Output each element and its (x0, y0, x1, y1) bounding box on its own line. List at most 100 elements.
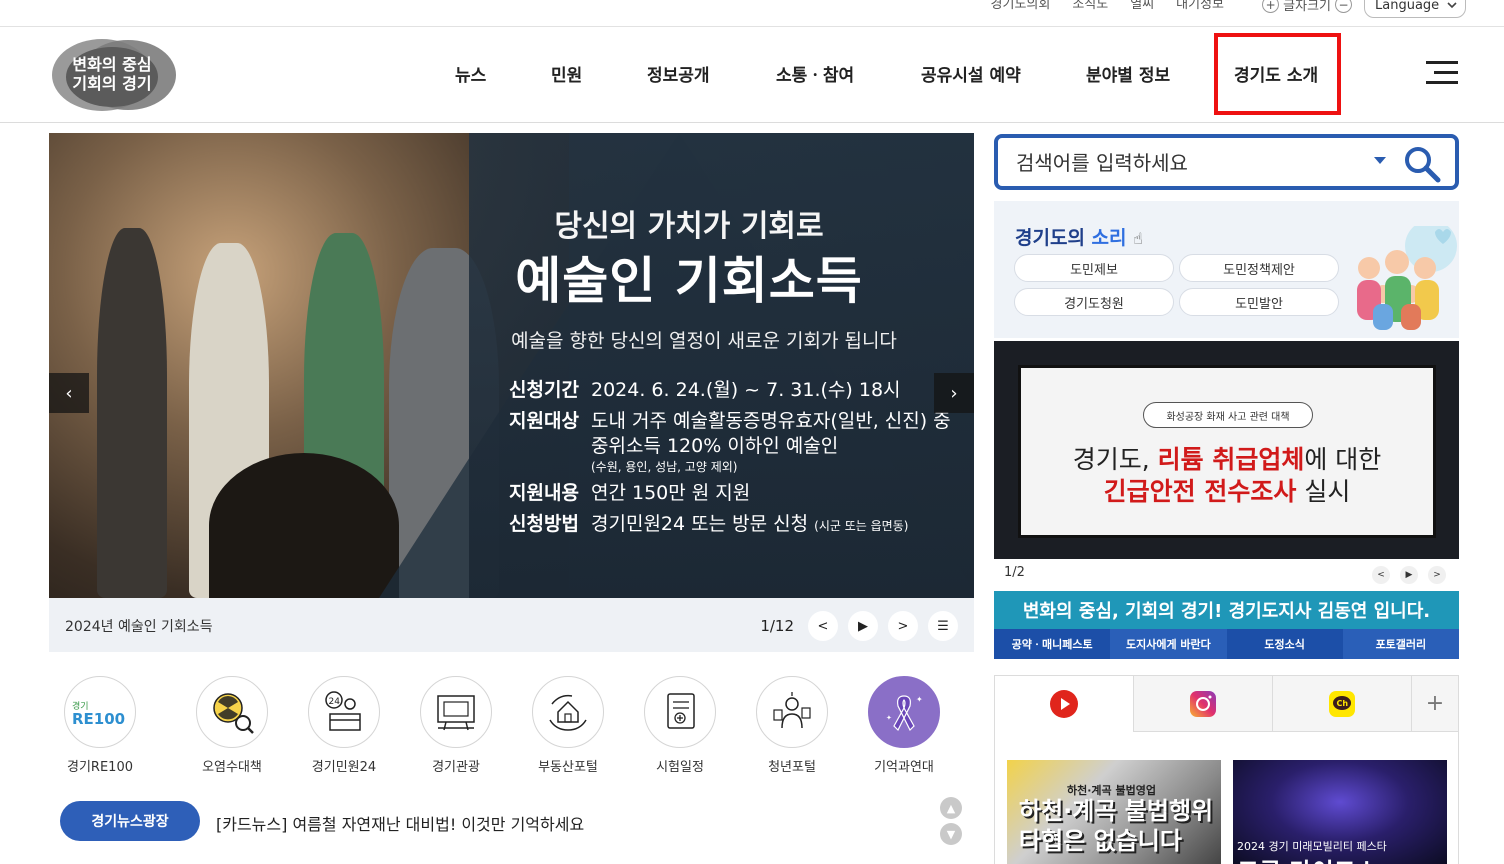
notice-prev-button[interactable]: < (1372, 566, 1390, 584)
sns-thumbnail[interactable]: 2024 경기 미래모빌리티 페스타 드론 라이트쇼 (1233, 760, 1447, 864)
banner-subtitle: 예술을 향한 당신의 열정이 새로운 기회가 됩니다 (511, 330, 897, 352)
logo-line-1: 변화의 중심 (72, 55, 152, 74)
quick-link-label: 경기RE100 (67, 760, 133, 775)
banner-row-key: 신청기간 (509, 379, 579, 401)
quick-link-label: 오염수대책 (202, 760, 262, 775)
nav-news[interactable]: 뉴스 (455, 61, 486, 86)
petition-button[interactable]: 경기도청원 (1014, 288, 1174, 316)
sns-thumbnail-title: 드론 라이트쇼 (1237, 852, 1378, 864)
quick-link-label: 부동산포털 (538, 760, 598, 775)
nav-communication[interactable]: 소통ㆍ참여 (776, 61, 854, 86)
sns-thumbnail[interactable]: 하천·계곡 불법영업 하천·계곡 불법행위 타협은 없습니다 (1007, 760, 1221, 864)
banner-counter: 1/12 (760, 617, 794, 635)
language-label: Language (1375, 0, 1440, 13)
sns-tab-kakao[interactable]: Ch (1273, 676, 1412, 732)
banner-list-button[interactable]: ☰ (928, 611, 958, 641)
utility-link-air[interactable]: 대기정보 (1176, 0, 1224, 12)
quick-link-tourism[interactable]: 경기관광 (401, 672, 511, 775)
font-decrease-button[interactable]: − (1335, 0, 1352, 13)
sns-thumbnail-title-1: 하천·계곡 불법행위 (1019, 797, 1214, 825)
banner-row-key: 지원대상 (509, 410, 579, 432)
notice-banner[interactable]: 화성공장 화재 사고 관련 대책 경기도, 리튬 취급업체에 대한 긴급안전 전… (994, 341, 1459, 559)
civil-desk-icon: 24 (308, 676, 380, 748)
banner-caption-title[interactable]: 2024년 예술인 기회소득 (65, 616, 213, 636)
citizen-voice-title-b: 소리 (1091, 227, 1127, 249)
banner-caption-bar: 2024년 예술인 기회소득 1/12 < ▶ > ☰ (49, 598, 974, 652)
search-input[interactable] (1016, 148, 1356, 178)
re100-icon: 경기 RE100 (64, 676, 136, 748)
search-icon[interactable] (1402, 144, 1442, 184)
main-banner[interactable]: 당신의 가치가 기회로 예술인 기회소득 예술을 향한 당신의 열정이 새로운 … (49, 133, 974, 598)
youth-icon (756, 676, 828, 748)
banner-title-2: 예술인 기회소득 (515, 252, 863, 310)
news-down-button[interactable]: ▼ (940, 823, 962, 845)
citizen-initiative-button[interactable]: 도민발안 (1179, 288, 1339, 316)
banner-play-button[interactable]: ▶ (848, 611, 878, 641)
banner-control-next-button[interactable]: > (888, 611, 918, 641)
font-increase-button[interactable]: + (1262, 0, 1280, 13)
sns-more-button[interactable]: + (1412, 676, 1458, 732)
sns-tab-youtube[interactable] (995, 676, 1134, 732)
governor-panel: 변화의 중심, 기회의 경기! 경기도지사 김동연 입니다. 공약ㆍ매니페스토 … (994, 591, 1459, 659)
notice-line-1-a: 경기도, (1072, 445, 1158, 474)
nav-facility-booking[interactable]: 공유시설 예약 (921, 61, 1021, 86)
utility-link-org[interactable]: 조직도 (1072, 0, 1108, 12)
quick-link-label: 청년포털 (768, 760, 816, 775)
logo-line-2: 기회의 경기 (72, 74, 152, 93)
banner-next-button[interactable]: › (934, 373, 974, 413)
notice-next-button[interactable]: > (1428, 566, 1446, 584)
banner-row-key: 신청방법 (509, 513, 579, 535)
instagram-icon (1190, 690, 1216, 717)
ribbon-icon: ✦ ✦ (868, 676, 940, 748)
search-scope-dropdown-icon[interactable] (1374, 157, 1386, 164)
governor-tab-gallery[interactable]: 포토갤러리 (1342, 629, 1459, 659)
nav-highlight-box (1214, 33, 1341, 115)
banner-row-value-2: 중위소득 120% 이하인 예술인 (591, 435, 839, 457)
news-headline-link[interactable]: [카드뉴스] 여름철 자연재난 대비법! 이것만 기억하세요 (216, 811, 584, 835)
nav-field-info[interactable]: 분야별 정보 (1086, 61, 1170, 86)
news-plaza-button[interactable]: 경기뉴스광장 (60, 801, 200, 841)
governor-tab-manifesto[interactable]: 공약ㆍ매니페스토 (994, 629, 1111, 659)
notice-play-button[interactable]: ▶ (1400, 566, 1418, 584)
search-box (994, 134, 1459, 190)
quick-link-realestate[interactable]: 부동산포털 (513, 672, 623, 775)
banner-row-note: (수원, 용인, 성남, 고양 제외) (591, 460, 738, 474)
tourism-board-icon (420, 676, 492, 748)
notice-pager: 1/2 < ▶ > (994, 559, 1459, 589)
banner-row-value: 경기민원24 또는 방문 신청 (591, 513, 809, 535)
notice-tag: 화성공장 화재 사고 관련 대책 (1143, 402, 1313, 428)
site-logo[interactable]: 변화의 중심 기회의 경기 (50, 37, 178, 112)
quick-link-contamination[interactable]: 오염수대책 (177, 672, 287, 775)
governor-title[interactable]: 변화의 중심, 기회의 경기! 경기도지사 김동연 입니다. (994, 591, 1459, 629)
utility-links: 경기도의회 조직도 열씨 대기정보 (991, 0, 1224, 12)
nav-info-disclosure[interactable]: 정보공개 (647, 61, 710, 86)
font-size-control: + 글자크기 − (1262, 0, 1352, 14)
radiation-icon (196, 676, 268, 748)
quick-link-youth[interactable]: 청년포털 (737, 672, 847, 775)
nav-civil[interactable]: 민원 (551, 61, 582, 86)
pointer-hand-icon: ☝ (1133, 229, 1143, 248)
quick-link-label: 경기관광 (432, 760, 480, 775)
menu-icon[interactable] (1426, 61, 1458, 85)
utility-link-council[interactable]: 경기도의회 (991, 0, 1051, 12)
quick-link-minwon24[interactable]: 24 경기민원24 (289, 672, 399, 775)
quick-link-exam[interactable]: 시험일정 (625, 672, 735, 775)
governor-tab-request[interactable]: 도지사에게 바란다 (1110, 629, 1227, 659)
governor-tab-news[interactable]: 도정소식 (1226, 629, 1343, 659)
banner-control-prev-button[interactable]: < (808, 611, 838, 641)
quick-links: 경기 RE100 경기RE100 오염수대책 24 경기민원24 경기관광 부동… (49, 672, 974, 775)
sns-thumbnail-title-2: 타협은 없습니다 (1019, 827, 1182, 855)
banner-prev-button[interactable]: ‹ (49, 373, 89, 413)
language-select[interactable]: Language (1364, 0, 1466, 18)
sns-tab-instagram[interactable] (1134, 676, 1273, 732)
re100-icon-brand: RE100 (72, 710, 125, 727)
policy-proposal-button[interactable]: 도민정책제안 (1179, 254, 1339, 282)
sns-thumbnail-title: 하천·계곡 불법행위 타협은 없습니다 (1019, 796, 1213, 856)
citizen-voice-title: 경기도의 소리 ☝ (1015, 223, 1143, 250)
citizen-report-button[interactable]: 도민제보 (1014, 254, 1174, 282)
notice-line-2: 긴급안전 전수조사 실시 (1021, 472, 1433, 508)
quick-link-memory[interactable]: ✦ ✦ 기억과연대 (849, 672, 959, 775)
news-up-button[interactable]: ▲ (940, 797, 962, 819)
utility-link-weather[interactable]: 열씨 (1130, 0, 1154, 12)
quick-link-re100[interactable]: 경기 RE100 경기RE100 (45, 672, 155, 775)
